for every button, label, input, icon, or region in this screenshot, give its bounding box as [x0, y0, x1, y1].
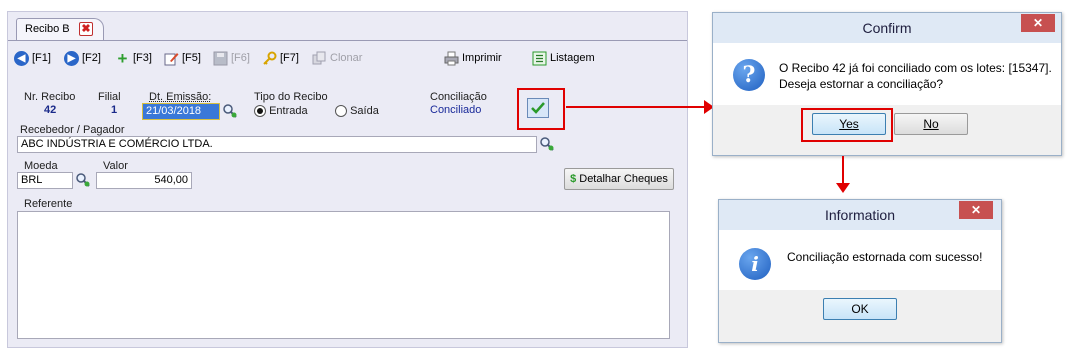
ok-button[interactable]: OK — [823, 298, 897, 320]
recibo-form-window: Recibo B ✖ ◀ [F1] ▶ [F2] + [F3] [F5] [F6… — [7, 11, 688, 348]
clone-icon — [312, 51, 327, 66]
radio-saida[interactable]: Saída — [335, 105, 379, 118]
detalhar-cheques-button[interactable]: $ Detalhar Cheques — [564, 168, 674, 190]
conciliacao-label: Conciliação — [430, 91, 487, 103]
information-message: Conciliação estornada com sucesso! — [787, 250, 983, 264]
dollar-icon: $ — [570, 173, 577, 185]
yes-button[interactable]: Yes — [812, 113, 886, 135]
date-lookup-icon[interactable] — [222, 103, 238, 119]
information-dialog: Information ✕ i Conciliação estornada co… — [718, 199, 1002, 343]
toolbar-listagem-button[interactable]: Listagem — [532, 49, 595, 67]
radio-saida-label: Saída — [350, 105, 379, 117]
close-icon[interactable]: ✖ — [79, 22, 93, 36]
radio-entrada-dot — [254, 105, 266, 118]
dt-emissao-input[interactable]: 21/03/2018 — [142, 103, 220, 120]
tab-divider — [8, 40, 687, 41]
toolbar-f6-button[interactable]: [F6] — [213, 49, 250, 67]
recebedor-label: Recebedor / Pagador — [20, 124, 125, 136]
back-arrow-icon: ◀ — [14, 50, 29, 66]
information-close-button[interactable]: ✕ — [959, 201, 993, 219]
radio-saida-dot — [335, 105, 347, 118]
moeda-input[interactable]: BRL — [17, 172, 73, 189]
confirm-message-line2: Deseja estornar a conciliação? — [779, 77, 944, 91]
toolbar-f5-button[interactable]: [F5] — [164, 49, 201, 67]
referente-textarea[interactable] — [17, 211, 670, 339]
confirm-close-button[interactable]: ✕ — [1021, 14, 1055, 32]
nr-recibo-label: Nr. Recibo — [24, 91, 76, 103]
radio-entrada-label: Entrada — [269, 105, 308, 117]
printer-icon — [444, 51, 459, 66]
filial-label: Filial — [98, 91, 121, 103]
dt-emissao-label: Dt. Emissão: — [149, 91, 212, 103]
recebedor-lookup-icon[interactable] — [539, 136, 555, 152]
forward-arrow-icon: ▶ — [64, 50, 79, 66]
confirm-title: Confirm — [713, 13, 1061, 43]
checkmark-icon — [531, 102, 545, 114]
filial-value: 1 — [111, 104, 118, 116]
toolbar-clonar-button[interactable]: Clonar — [312, 49, 362, 67]
conciliacao-status: Conciliado — [430, 104, 482, 116]
annotation-arrow-head-2 — [836, 183, 850, 193]
annotation-arrow-line-2 — [842, 156, 844, 184]
moeda-label: Moeda — [24, 160, 58, 172]
toolbar-f3-button[interactable]: + [F3] — [115, 49, 152, 67]
moeda-lookup-icon[interactable] — [75, 172, 91, 188]
tab-strip: Recibo B ✖ — [8, 12, 687, 42]
radio-entrada[interactable]: Entrada — [254, 105, 308, 118]
tipo-recibo-label: Tipo do Recibo — [254, 91, 328, 103]
valor-label: Valor — [103, 160, 128, 172]
edit-icon — [164, 51, 179, 66]
toolbar-f1-button[interactable]: ◀ [F1] — [14, 49, 51, 67]
conciliacao-toggle-button[interactable] — [527, 98, 549, 118]
tab-label: Recibo B — [25, 23, 70, 35]
question-icon: ? — [733, 59, 765, 91]
toolbar-f7-button[interactable]: [F7] — [262, 49, 299, 67]
no-button[interactable]: No — [894, 113, 968, 135]
save-icon — [213, 51, 228, 66]
toolbar-imprimir-button[interactable]: Imprimir — [444, 49, 502, 67]
tab-recibo-b[interactable]: Recibo B ✖ — [16, 18, 104, 40]
toolbar-f2-button[interactable]: ▶ [F2] — [64, 49, 101, 67]
plus-icon: + — [117, 48, 128, 68]
list-icon — [532, 51, 547, 66]
confirm-dialog: Confirm ✕ ? O Recibo 42 já foi conciliad… — [712, 12, 1062, 156]
valor-input[interactable]: 540,00 — [96, 172, 192, 189]
info-icon: i — [739, 248, 771, 280]
annotation-arrow-line — [566, 106, 706, 108]
nr-recibo-value: 42 — [44, 104, 57, 116]
referente-label: Referente — [24, 198, 73, 210]
confirm-message-line1: O Recibo 42 já foi conciliado com os lot… — [779, 61, 1052, 75]
key-icon — [262, 51, 277, 66]
recebedor-input[interactable]: ABC INDÚSTRIA E COMÉRCIO LTDA. — [17, 136, 537, 153]
